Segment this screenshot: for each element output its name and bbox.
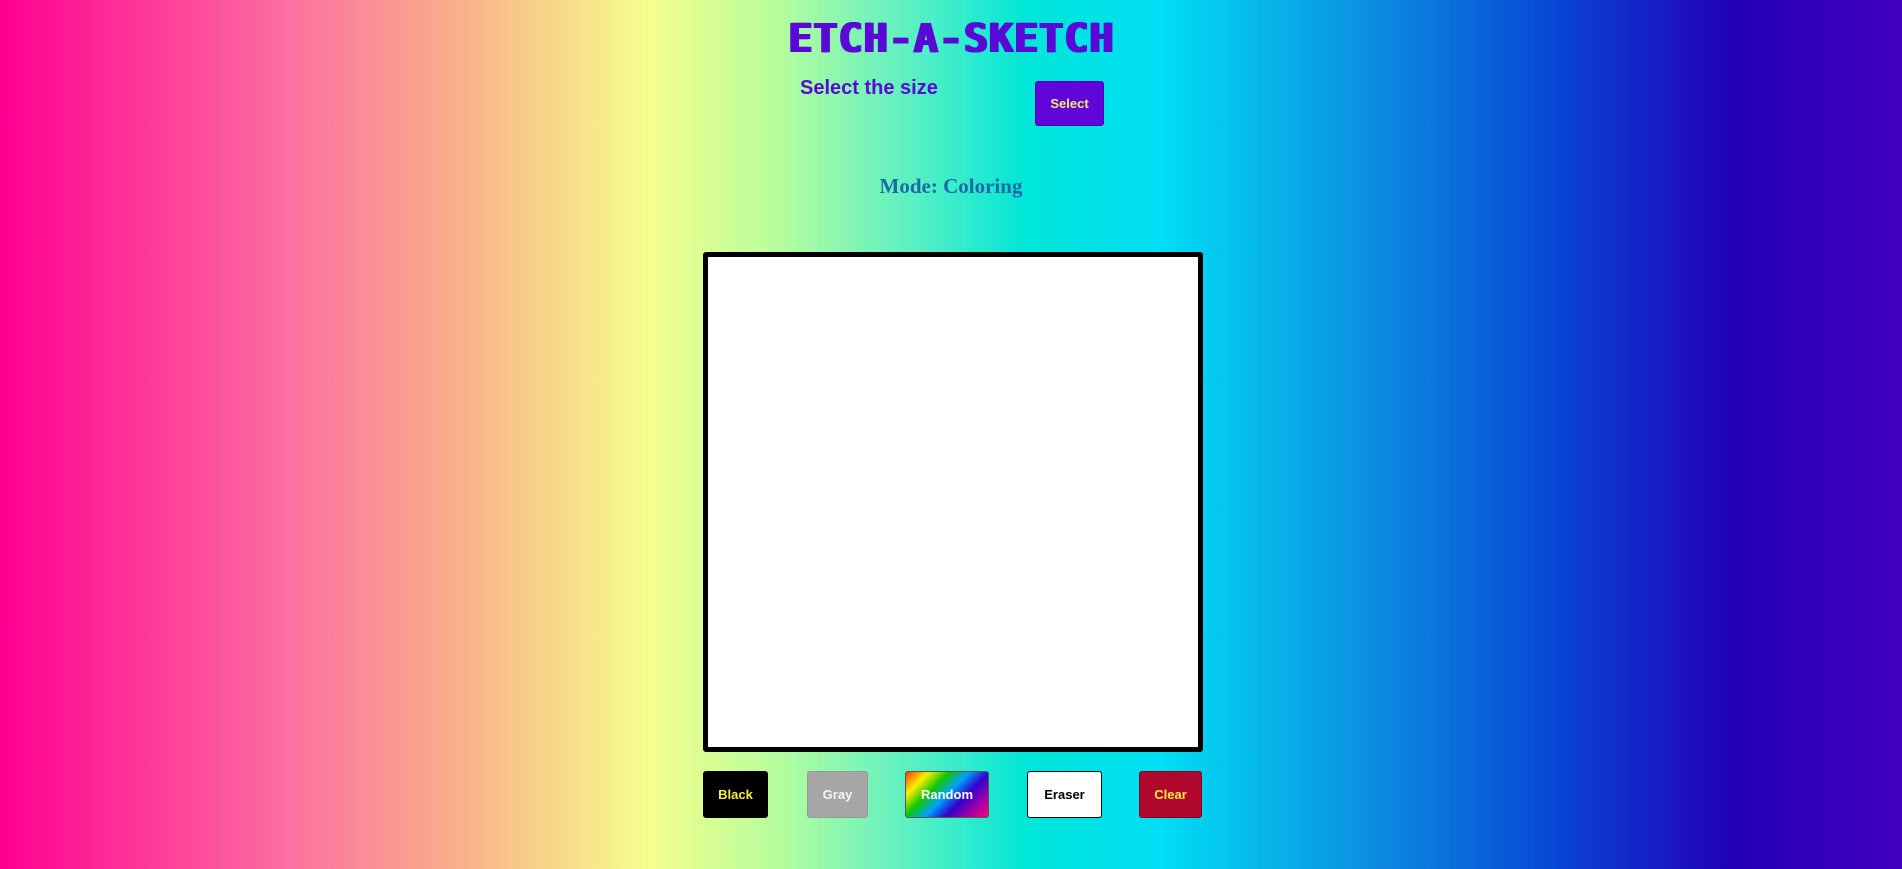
select-size-button[interactable]: Select (1035, 81, 1104, 126)
page-title: ETCH-A-SKETCH (787, 16, 1115, 62)
eraser-button[interactable]: Eraser (1027, 771, 1102, 818)
gray-color-button[interactable]: Gray (807, 771, 868, 818)
random-color-button[interactable]: Random (905, 771, 989, 818)
black-color-button[interactable]: Black (703, 771, 768, 818)
size-selector-label: Select the size (800, 77, 938, 99)
mode-indicator: Mode: Coloring (879, 174, 1023, 198)
sketch-grid-canvas[interactable] (703, 252, 1203, 752)
clear-button[interactable]: Clear (1139, 771, 1202, 818)
